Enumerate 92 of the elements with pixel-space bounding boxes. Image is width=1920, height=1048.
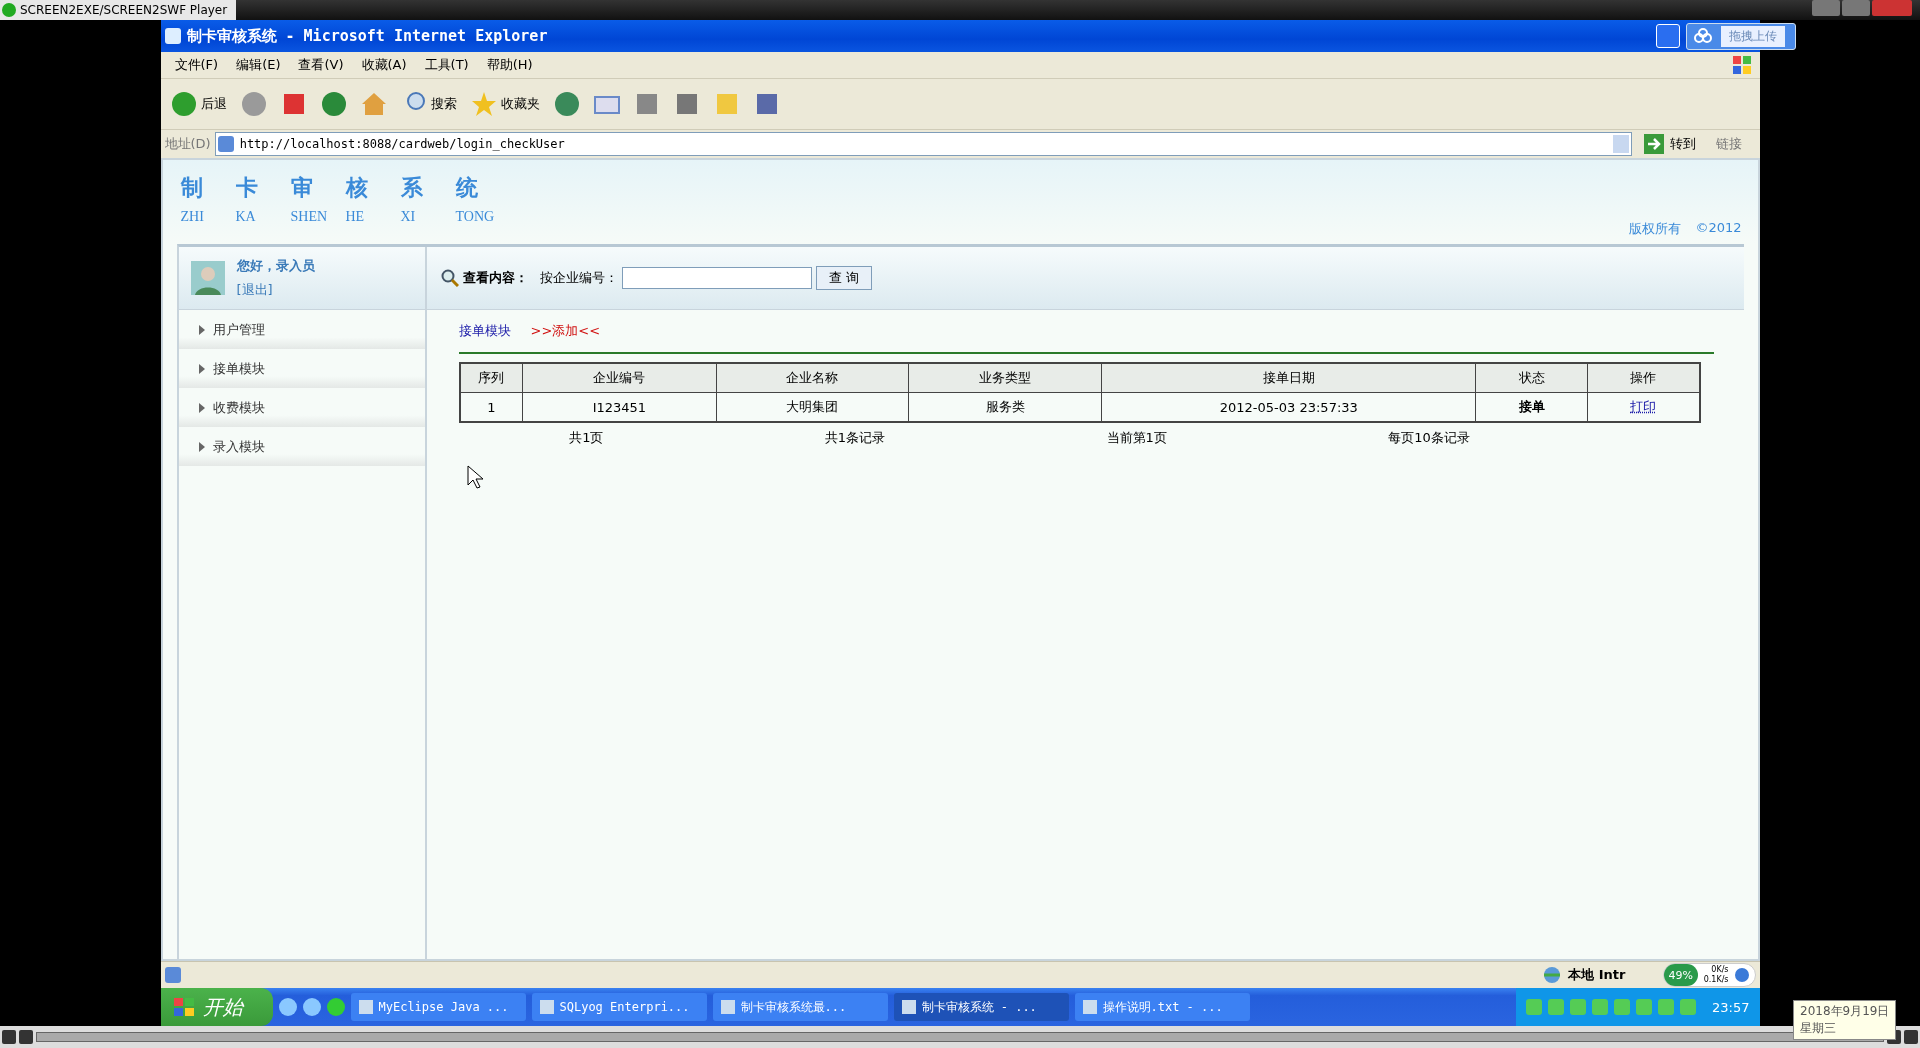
address-label: 地址(D) xyxy=(164,135,211,153)
tray-icon[interactable] xyxy=(1548,999,1565,1015)
tray-icon[interactable] xyxy=(1570,999,1587,1015)
column-header: 企业名称 xyxy=(716,363,909,393)
clock: 23:57 xyxy=(1712,999,1750,1015)
windows-flag-icon xyxy=(172,997,195,1017)
triangle-icon xyxy=(198,402,205,413)
print-link[interactable]: 打印 xyxy=(1630,399,1657,414)
pinyin-label: ZHI xyxy=(180,209,205,225)
info-button[interactable] xyxy=(1904,1030,1918,1044)
column-header: 接单日期 xyxy=(1101,363,1476,393)
taskbar-button[interactable]: MyEclipse Java ... xyxy=(350,993,526,1021)
pinyin-label: HE xyxy=(345,209,366,225)
cloud-icon xyxy=(1692,28,1713,44)
pinyin-label: SHEN xyxy=(290,209,329,225)
tray-icon[interactable] xyxy=(1636,999,1653,1015)
tray-icon[interactable] xyxy=(1658,999,1675,1015)
search-label: 查看内容： xyxy=(462,269,528,287)
triangle-icon xyxy=(198,441,205,452)
minimize-button[interactable] xyxy=(1655,24,1680,48)
user-avatar-icon xyxy=(190,261,225,295)
tray-icon[interactable] xyxy=(1680,999,1697,1015)
menu-item[interactable]: 编辑(E) xyxy=(228,54,289,76)
upload-speed: 0K/s xyxy=(1711,965,1729,975)
go-button[interactable]: 转到 xyxy=(1635,134,1704,154)
menu-item[interactable]: 工具(T) xyxy=(416,54,477,76)
column-header: 状态 xyxy=(1475,363,1588,393)
tooltip-line: 星期三 xyxy=(1800,1020,1837,1037)
column-header: 企业编号 xyxy=(522,363,717,393)
pager-text: 共1页 xyxy=(569,429,604,447)
back-button[interactable]: 后退 xyxy=(168,89,229,119)
close-button[interactable] xyxy=(1872,0,1912,16)
pause-button[interactable] xyxy=(2,1030,16,1044)
pager-text: 共1条记录 xyxy=(824,429,886,447)
mouse-cursor-icon xyxy=(466,465,483,489)
tray-icon[interactable] xyxy=(1526,999,1543,1015)
tray-icon[interactable] xyxy=(1592,999,1609,1015)
dropdown-icon xyxy=(1612,135,1629,153)
pinyin-label: TONG xyxy=(455,209,496,225)
home-icon xyxy=(360,91,387,117)
triangle-icon xyxy=(198,324,205,335)
seek-bar[interactable] xyxy=(36,1032,1884,1042)
player-logo-icon xyxy=(2,3,16,17)
restore-button[interactable] xyxy=(1842,0,1870,16)
site-title-char: 审 xyxy=(290,174,314,202)
greeting-text: 您好，录入员 xyxy=(236,257,315,275)
window-title: 制卡审核系统 - Microsoft Internet Explorer xyxy=(186,26,548,46)
player-title: SCREEN2EXE/SCREEN2SWF Player xyxy=(20,3,228,17)
taskbar-button[interactable]: 制卡审核系统 - ... xyxy=(893,993,1069,1021)
add-link[interactable]: >>添加<< xyxy=(530,322,601,340)
links-button[interactable]: 链接 xyxy=(1707,135,1756,153)
taskbar-button[interactable]: 制卡审核系统最... xyxy=(712,993,888,1021)
download-speed: 0.1K/s xyxy=(1703,975,1729,985)
taskbar-button[interactable]: 操作说明.txt - ... xyxy=(1074,993,1250,1021)
menu-item[interactable]: 文件(F) xyxy=(166,54,227,76)
site-title-char: 卡 xyxy=(235,174,259,202)
app-icon[interactable] xyxy=(302,998,321,1016)
site-title-char: 系 xyxy=(400,174,424,202)
site-title-char: 核 xyxy=(345,174,369,202)
tray-icon[interactable] xyxy=(1614,999,1631,1015)
menu-item[interactable]: 查看(V) xyxy=(290,54,352,76)
star-icon xyxy=(470,91,497,117)
triangle-icon xyxy=(198,363,205,374)
logout-link[interactable]: [退出] xyxy=(236,281,315,299)
app-icon[interactable] xyxy=(326,998,345,1016)
column-header: 序列 xyxy=(459,363,523,393)
copyright-text: 版权所有 xyxy=(1629,220,1682,238)
section-title: 接单模块 xyxy=(458,322,511,340)
favorites-button[interactable]: 收藏夹 xyxy=(468,89,542,119)
site-title-char: 统 xyxy=(455,174,479,202)
query-button[interactable]: 查 询 xyxy=(815,266,872,290)
zone-text: 本地 Intr xyxy=(1568,966,1626,984)
pager-text: 当前第1页 xyxy=(1106,429,1167,447)
arrow-icon xyxy=(1643,134,1664,154)
column-header: 业务类型 xyxy=(908,363,1102,393)
menu-item[interactable]: 收藏(A) xyxy=(353,54,415,76)
network-percent: 49% xyxy=(1663,964,1698,986)
company-number-field[interactable] xyxy=(621,267,812,289)
pager-text: 每页10条记录 xyxy=(1388,429,1470,447)
address-field[interactable]: http://localhost:8088/cardweb/login_checkUser xyxy=(214,132,1632,156)
pinyin-label: XI xyxy=(400,209,417,225)
taskbar-button[interactable]: SQLyog Enterpri... xyxy=(531,993,707,1021)
site-title-char: 制 xyxy=(180,174,204,202)
pinyin-label: KA xyxy=(235,209,257,225)
stop-button[interactable] xyxy=(19,1030,33,1044)
copyright-year: ©2012 xyxy=(1695,220,1742,237)
menu-item[interactable]: 帮助(H) xyxy=(478,54,541,76)
column-header: 操作 xyxy=(1587,363,1700,393)
search-button[interactable]: 搜索 xyxy=(398,89,459,119)
globe-icon xyxy=(1542,966,1563,984)
field-label: 按企业编号： xyxy=(539,269,618,287)
tooltip-line: 2018年9月19日 xyxy=(1800,1003,1890,1020)
